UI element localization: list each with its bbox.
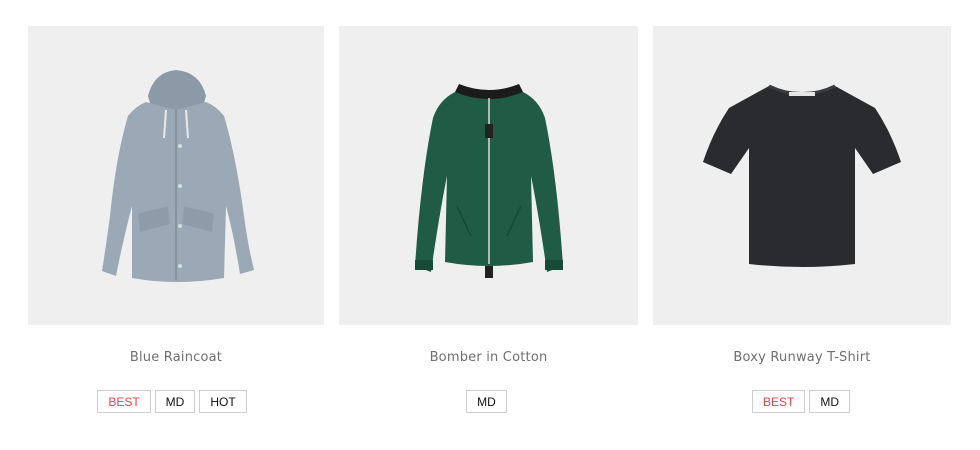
badge-md: MD: [809, 390, 850, 413]
badge-best: BEST: [97, 390, 151, 413]
tshirt-icon: [703, 84, 901, 267]
raincoat-icon: [102, 69, 254, 282]
product-badges: BEST MD: [651, 390, 951, 413]
product-image-link[interactable]: [339, 26, 638, 325]
product-image-link[interactable]: [28, 26, 324, 325]
product-name[interactable]: Boxy Runway T-Shirt: [653, 350, 951, 366]
product-badges: BEST MD HOT: [20, 390, 324, 413]
bomber-jacket-icon: [414, 83, 563, 278]
product-name[interactable]: Blue Raincoat: [28, 350, 324, 366]
badge-md: MD: [154, 390, 196, 413]
product-card-blue-raincoat: Blue Raincoat BEST MD HOT: [28, 26, 324, 413]
badge-hot: HOT: [199, 390, 247, 413]
badge-md: MD: [466, 390, 507, 413]
badge-best: BEST: [751, 390, 806, 413]
product-card-boxy-runway-tshirt: Boxy Runway T-Shirt BEST MD: [653, 26, 951, 413]
product-card-bomber-in-cotton: Bomber in Cotton MD: [339, 26, 638, 413]
product-badges: MD: [335, 390, 638, 413]
product-image-link[interactable]: [653, 26, 951, 325]
product-name[interactable]: Bomber in Cotton: [339, 350, 638, 366]
